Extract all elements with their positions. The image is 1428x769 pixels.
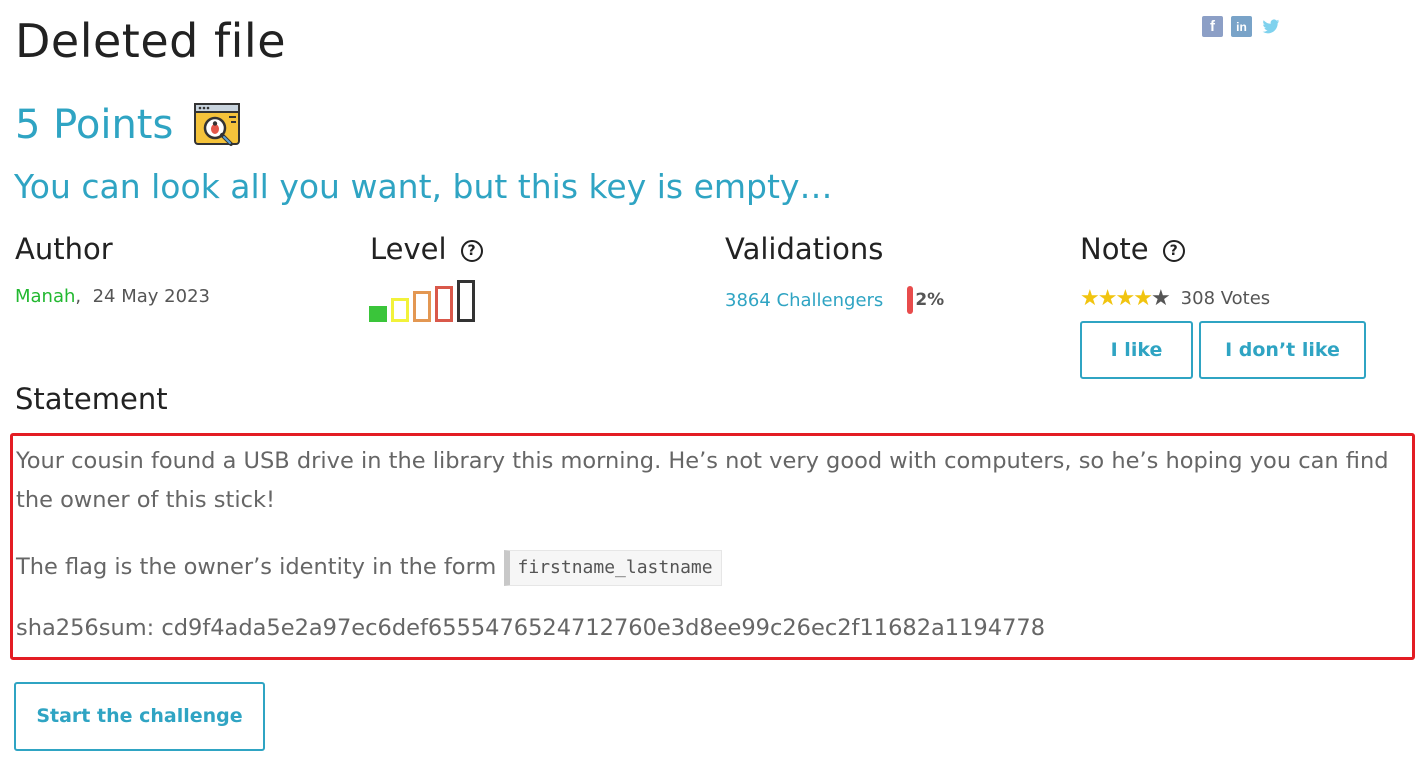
start-challenge-button[interactable]: Start the challenge bbox=[14, 682, 265, 751]
level-indicator bbox=[369, 280, 483, 322]
validation-rate-bar bbox=[907, 286, 914, 314]
points-value: 5 Points bbox=[15, 102, 174, 148]
validation-percent: 2% bbox=[915, 290, 945, 310]
level-bar-4 bbox=[435, 286, 453, 322]
level-bar-1 bbox=[369, 306, 387, 322]
twitter-icon[interactable] bbox=[1260, 16, 1281, 37]
author-name-link[interactable]: Manah bbox=[15, 286, 75, 307]
level-help-icon[interactable]: ? bbox=[460, 240, 483, 262]
level-section: Level ? bbox=[369, 232, 483, 322]
level-bar-2 bbox=[391, 298, 409, 322]
sha256sum-line: sha256sum: cd9f4ada5e2a97ec6def655547652… bbox=[16, 615, 1046, 641]
note-heading: Note bbox=[1080, 232, 1149, 266]
validations-section: Validations 3864 Challengers 2% bbox=[725, 232, 944, 314]
facebook-icon[interactable]: f bbox=[1202, 16, 1223, 37]
dislike-button[interactable]: I don’t like bbox=[1199, 321, 1366, 379]
level-heading: Level bbox=[370, 232, 447, 266]
votes-count: 308 Votes bbox=[1180, 288, 1271, 309]
author-separator: , bbox=[75, 286, 82, 307]
level-heading-row: Level ? bbox=[370, 232, 483, 266]
validations-line: 3864 Challengers 2% bbox=[725, 286, 944, 314]
star-empty-icon: ★ bbox=[1150, 286, 1171, 311]
note-heading-row: Note ? bbox=[1080, 232, 1366, 266]
challenge-subtitle: You can look all you want, but this key … bbox=[14, 167, 833, 206]
challengers-link[interactable]: 3864 Challengers bbox=[725, 290, 883, 311]
flag-format-code: firstname_lastname bbox=[503, 549, 722, 586]
statement-paragraph-2: The flag is the owner’s identity in the … bbox=[16, 548, 1412, 587]
author-line: Manah, 24 May 2023 bbox=[15, 286, 210, 307]
star-icon: ★ bbox=[1097, 286, 1118, 311]
like-button[interactable]: I like bbox=[1080, 321, 1193, 379]
note-help-icon[interactable]: ? bbox=[1162, 240, 1185, 262]
level-bar-3 bbox=[413, 291, 431, 322]
statement-box: Your cousin found a USB drive in the lib… bbox=[10, 433, 1415, 660]
statement-paragraph-1: Your cousin found a USB drive in the lib… bbox=[16, 448, 1389, 513]
rating: ★ ★ ★ ★ ★ 308 Votes bbox=[1080, 286, 1366, 311]
validations-heading: Validations bbox=[725, 232, 884, 266]
points-heading: 5 Points bbox=[15, 100, 243, 150]
flag-format-text: The flag is the owner’s identity in the … bbox=[16, 554, 497, 580]
vote-buttons: I like I don’t like bbox=[1080, 321, 1366, 379]
star-icon: ★ bbox=[1133, 286, 1153, 311]
star-icon: ★ bbox=[1080, 286, 1100, 311]
author-date: 24 May 2023 bbox=[92, 286, 210, 307]
author-section: Author Manah, 24 May 2023 bbox=[15, 232, 210, 307]
share-links: f in bbox=[1202, 16, 1281, 37]
linkedin-icon[interactable]: in bbox=[1231, 16, 1252, 37]
statement-heading: Statement bbox=[15, 382, 168, 416]
note-section: Note ? ★ ★ ★ ★ ★ 308 Votes I like I don’… bbox=[1080, 232, 1366, 379]
star-icon: ★ bbox=[1115, 286, 1135, 311]
bug-search-icon bbox=[194, 103, 241, 146]
level-bar-5 bbox=[457, 280, 475, 322]
page-title: Deleted file bbox=[15, 14, 287, 68]
author-heading: Author bbox=[15, 232, 113, 266]
